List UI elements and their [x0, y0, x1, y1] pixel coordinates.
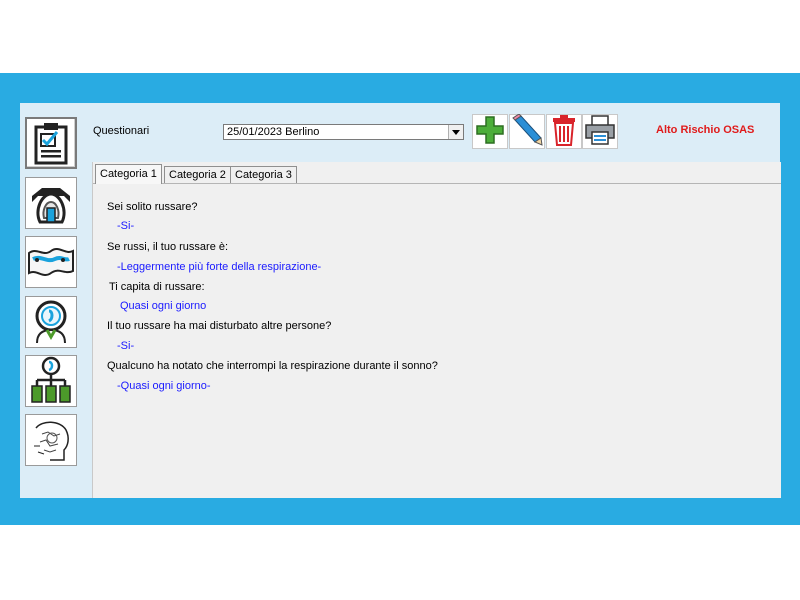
edit-button[interactable] — [509, 113, 545, 149]
delete-trash-icon — [551, 114, 577, 149]
risk-status-label: Alto Rischio OSAS — [656, 124, 755, 136]
questionnaire-icon — [31, 121, 71, 165]
add-button[interactable] — [472, 114, 508, 149]
question-4: Il tuo russare ha mai disturbato altre p… — [107, 320, 332, 332]
questionnaire-panel: Categoria 1 Categoria 2 Categoria 3 Sei … — [92, 162, 781, 498]
tab-categoria-2[interactable]: Categoria 2 — [164, 166, 231, 183]
answer-3: Quasi ogni giorno — [120, 300, 207, 312]
question-1: Sei solito russare? — [107, 201, 198, 213]
sidebar — [20, 103, 90, 498]
sidebar-diagnosis-button[interactable] — [25, 355, 77, 407]
sidebar-ent-button[interactable] — [25, 296, 77, 348]
delete-button[interactable] — [546, 114, 582, 149]
tab-divider — [93, 183, 781, 184]
questionnaire-select-value: 25/01/2023 Berlino — [227, 126, 320, 138]
sidebar-questionnaire-button[interactable] — [25, 117, 77, 169]
questionnaire-label: Questionari — [93, 125, 150, 137]
question-5: Qualcuno ha notato che interrompi la res… — [107, 360, 438, 372]
airway-icon — [27, 245, 75, 279]
answer-5: -Quasi ogni giorno- — [117, 380, 211, 392]
chevron-down-icon[interactable] — [448, 125, 463, 139]
sidebar-mask-button[interactable] — [25, 177, 77, 229]
sidebar-cephalometry-button[interactable] — [25, 414, 77, 466]
question-2: Se russi, il tuo russare è: — [107, 241, 229, 253]
answer-2: -Leggermente più forte della respirazion… — [117, 261, 322, 273]
add-icon — [475, 115, 505, 148]
app-window: Questionari 25/01/2023 Berlino Alto Risc… — [20, 103, 781, 498]
tab-categoria-3[interactable]: Categoria 3 — [230, 166, 297, 183]
ent-exam-icon — [29, 299, 73, 345]
edit-pencil-icon — [511, 113, 543, 149]
sidebar-airway-button[interactable] — [25, 236, 77, 288]
cephalometry-icon — [28, 416, 74, 464]
question-3: Ti capita di russare: — [109, 281, 205, 293]
diagnosis-tree-icon — [29, 356, 73, 406]
tab-categoria-1[interactable]: Categoria 1 — [95, 164, 162, 184]
print-icon — [584, 114, 616, 149]
answer-1: -Si- — [117, 220, 135, 232]
print-button[interactable] — [582, 114, 618, 149]
answer-4: -Si- — [117, 340, 135, 352]
questionnaire-select[interactable]: 25/01/2023 Berlino — [223, 124, 464, 140]
cpap-mask-icon — [28, 180, 74, 226]
